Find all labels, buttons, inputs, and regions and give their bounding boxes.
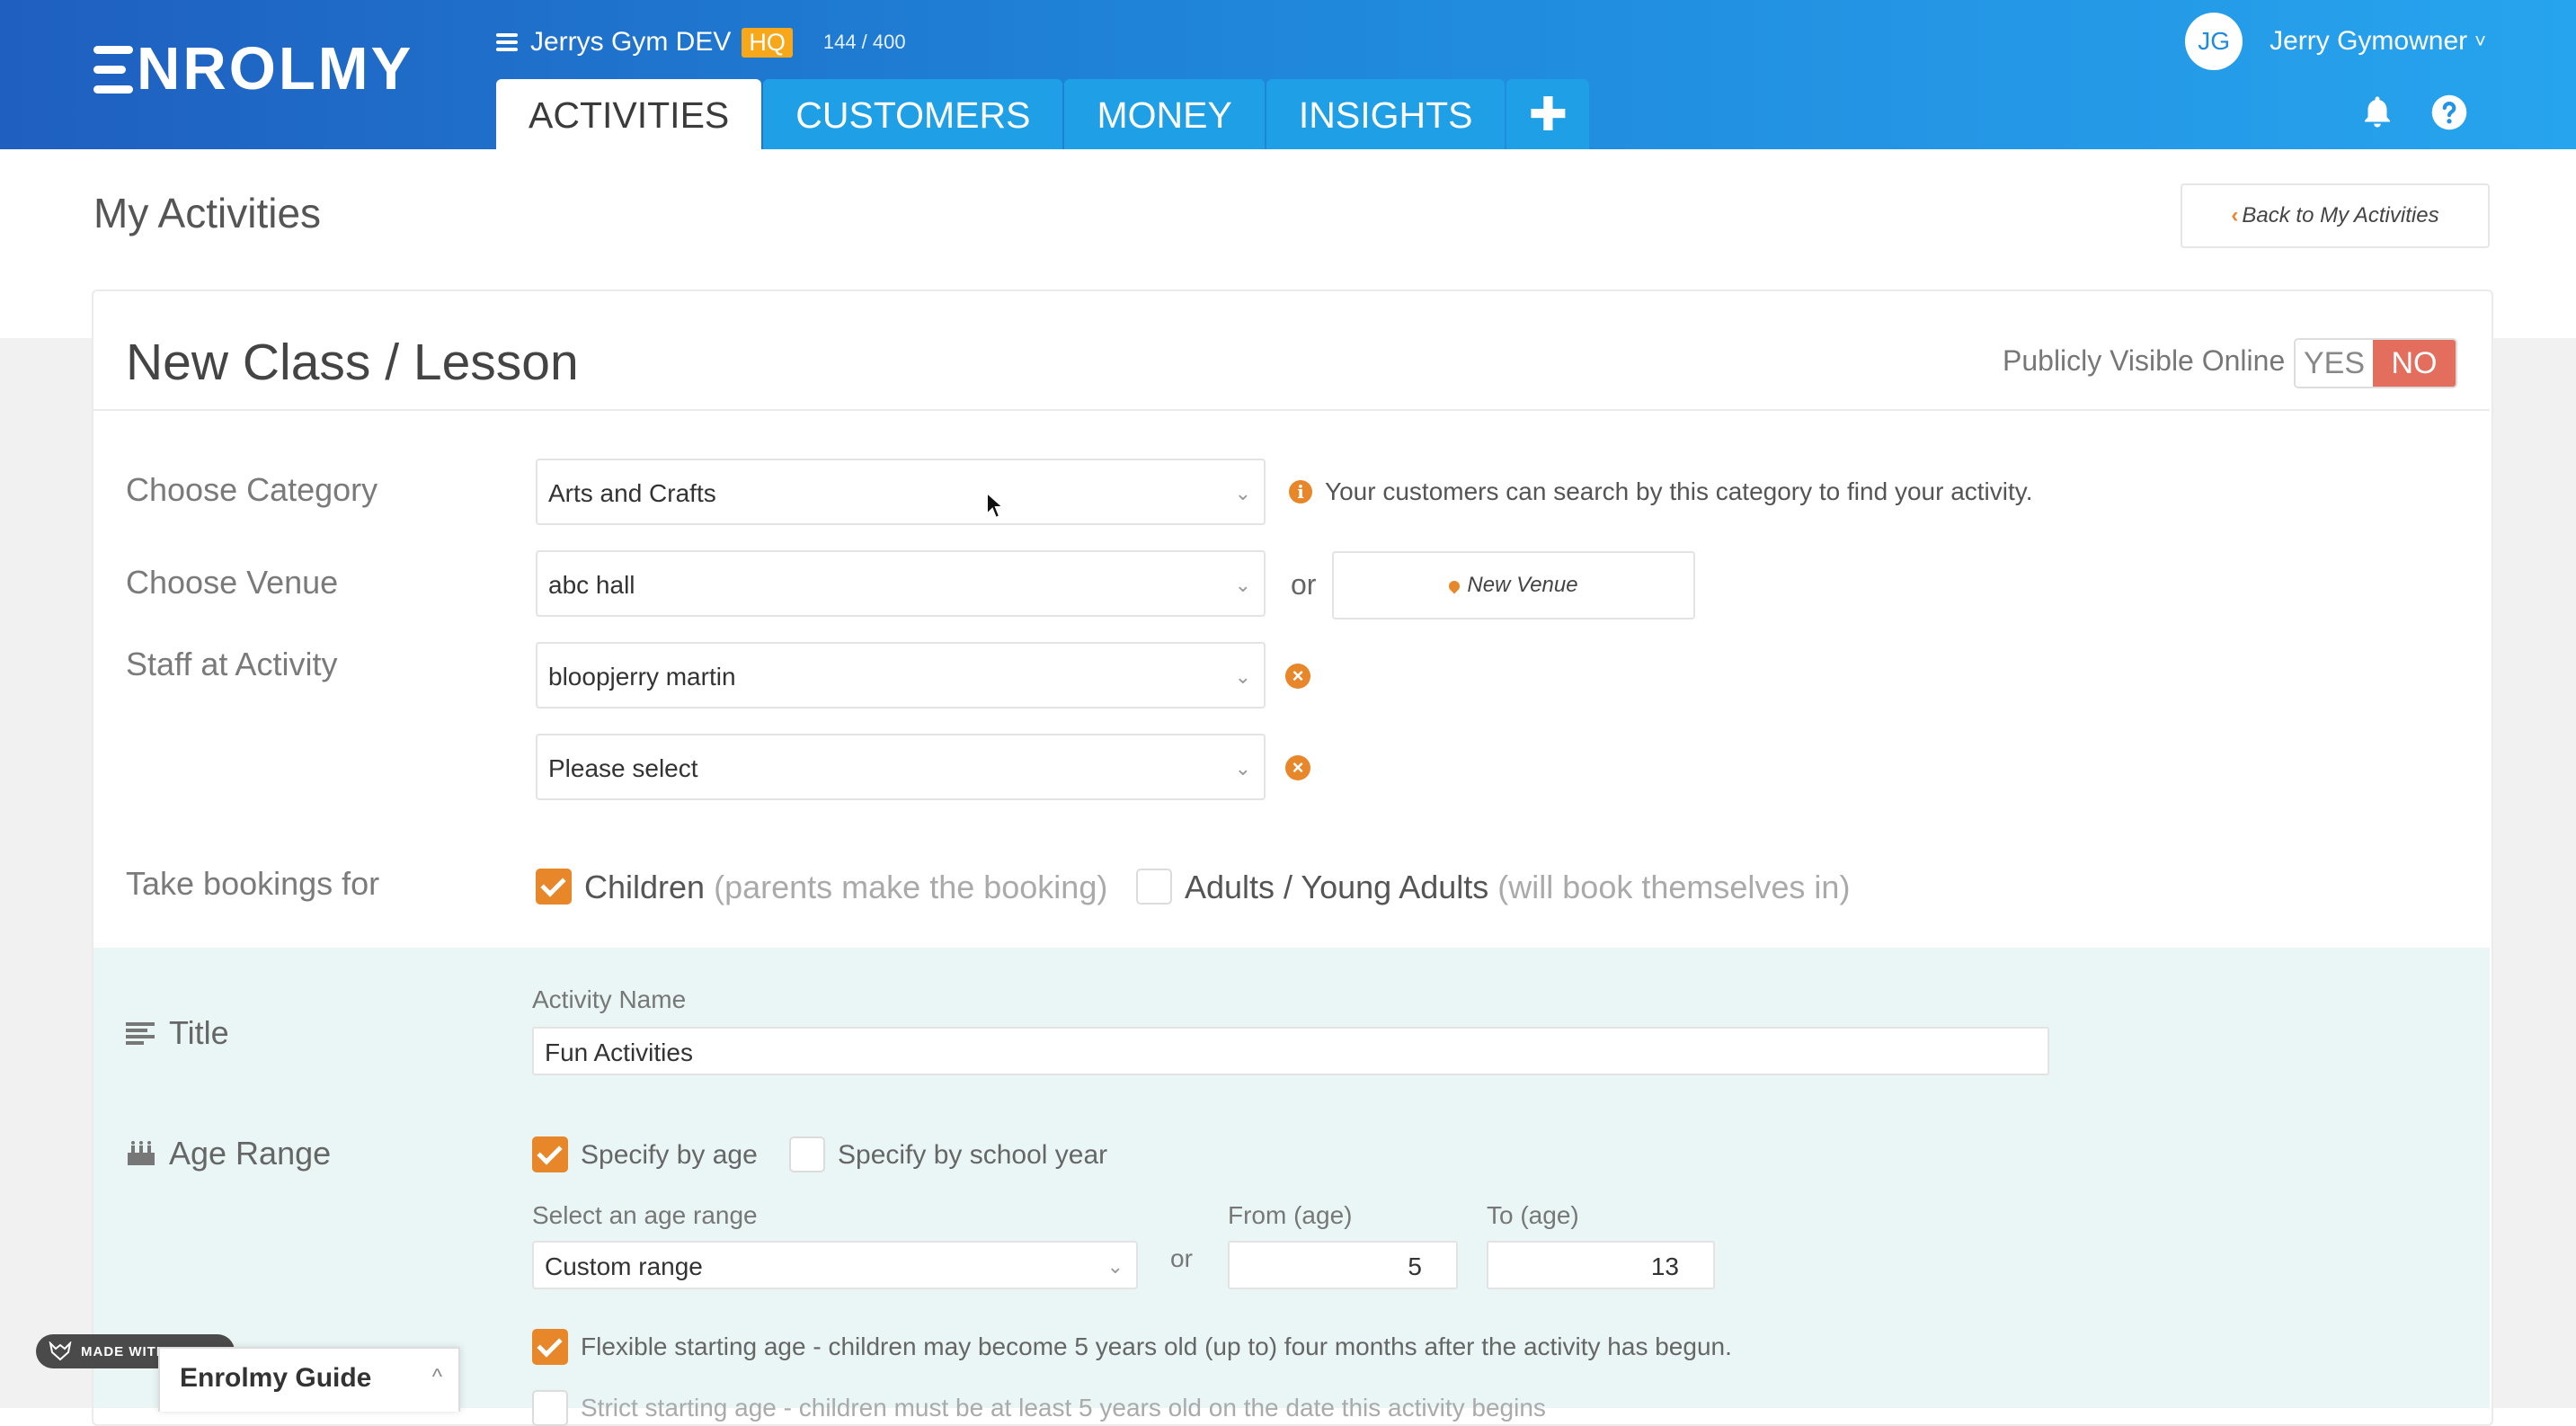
- age-range-label: Age Range: [126, 1135, 331, 1172]
- map-pin-icon: [1446, 578, 1462, 594]
- flexible-age-label: Flexible starting age - children may bec…: [581, 1332, 1732, 1360]
- top-header: NROLMY Jerrys Gym DEV HQ 144 / 400 ACTIV…: [0, 0, 2576, 149]
- from-age-input[interactable]: 5: [1228, 1241, 1458, 1289]
- main-tabs: ACTIVITIES CUSTOMERS MONEY INSIGHTS ✚: [496, 79, 1591, 149]
- chevron-down-icon: ⌄: [1234, 574, 1251, 596]
- chevron-down-icon: ˅: [2474, 30, 2486, 52]
- org-name: Jerrys Gym DEV: [530, 27, 732, 57]
- specify-by-school-year-checkbox[interactable]: [789, 1136, 825, 1172]
- tab-money[interactable]: MONEY: [1064, 79, 1265, 149]
- publicly-visible-toggle[interactable]: YES NO: [2294, 338, 2457, 388]
- title-section-label: Title: [126, 1014, 229, 1052]
- user-menu[interactable]: JG Jerry Gymowner ˅: [2185, 13, 2486, 70]
- user-name: Jerry Gymowner: [2270, 26, 2468, 56]
- select-age-range-label: Select an age range: [532, 1201, 758, 1229]
- adults-label: Adults / Young Adults (will book themsel…: [1185, 869, 1850, 906]
- info-icon: i: [1289, 480, 1312, 504]
- venue-value: abc hall: [548, 571, 635, 599]
- flexible-age-checkbox[interactable]: [532, 1329, 568, 1365]
- age-range-select[interactable]: Custom range ⌄: [532, 1241, 1138, 1289]
- staff-label: Staff at Activity: [126, 646, 338, 682]
- venue-or-text: or: [1291, 568, 1317, 601]
- bookings-label: Take bookings for: [126, 865, 380, 902]
- category-info-text: Your customers can search by this catego…: [1325, 477, 2033, 505]
- remove-staff-2-icon[interactable]: ×: [1285, 755, 1310, 780]
- venue-label: Choose Venue: [126, 564, 339, 601]
- bell-icon[interactable]: [2358, 94, 2396, 131]
- children-label: Children (parents make the booking): [584, 869, 1107, 906]
- chevron-down-icon: ⌄: [1234, 757, 1251, 780]
- chevron-down-icon: ⌄: [1234, 665, 1251, 688]
- children-text: Children: [584, 869, 706, 905]
- age-range-text: Age Range: [169, 1135, 332, 1172]
- activity-name-input[interactable]: Fun Activities: [532, 1027, 2049, 1075]
- chevron-up-icon: ^: [431, 1365, 442, 1389]
- adults-text: Adults / Young Adults: [1185, 869, 1489, 905]
- venue-select[interactable]: abc hall ⌄: [536, 550, 1266, 617]
- staff-value-1: bloopjerry martin: [548, 663, 736, 691]
- logo-e-mark: [93, 44, 133, 94]
- age-range-value: Custom range: [545, 1252, 703, 1280]
- tab-activities[interactable]: ACTIVITIES: [496, 79, 762, 149]
- chevron-down-icon: ⌄: [1234, 482, 1251, 504]
- avatar: JG: [2185, 13, 2243, 70]
- org-count: 144 / 400: [822, 31, 906, 53]
- page-title: My Activities: [93, 190, 322, 236]
- specify-by-school-year-label: Specify by school year: [838, 1140, 1108, 1170]
- form-title: New Class / Lesson: [126, 334, 579, 391]
- category-select[interactable]: Arts and Crafts ⌄: [536, 459, 1266, 525]
- back-to-activities-button[interactable]: ‹ Back to My Activities: [2181, 183, 2490, 248]
- visible-no-option[interactable]: NO: [2373, 340, 2456, 387]
- category-value: Arts and Crafts: [548, 479, 716, 507]
- hq-badge: HQ: [742, 27, 793, 58]
- to-age-input[interactable]: 13: [1487, 1241, 1715, 1289]
- visible-yes-option[interactable]: YES: [2296, 340, 2373, 387]
- activity-name-label: Activity Name: [532, 985, 687, 1013]
- tab-insights[interactable]: INSIGHTS: [1266, 79, 1506, 149]
- mouse-cursor-icon: [986, 491, 1005, 520]
- remove-staff-1-icon[interactable]: ×: [1285, 664, 1310, 689]
- add-tab-button[interactable]: ✚: [1506, 79, 1590, 149]
- logo-text: NROLMY: [137, 35, 414, 102]
- divider: [93, 409, 2490, 411]
- back-button-label: Back to My Activities: [2242, 203, 2439, 227]
- children-hint: (parents make the booking): [714, 869, 1108, 905]
- from-age-label: From (age): [1228, 1201, 1353, 1229]
- guide-label: Enrolmy Guide: [180, 1363, 372, 1393]
- strict-age-label: Strict starting age - children must be a…: [581, 1394, 1546, 1422]
- org-switcher[interactable]: Jerrys Gym DEV HQ 144 / 400: [496, 27, 906, 58]
- staff-value-2: Please select: [548, 754, 698, 782]
- staff-select-2[interactable]: Please select ⌄: [536, 734, 1266, 800]
- category-label: Choose Category: [126, 471, 378, 508]
- tab-customers[interactable]: CUSTOMERS: [763, 79, 1063, 149]
- specify-by-age-checkbox[interactable]: [532, 1136, 568, 1172]
- adults-checkbox[interactable]: [1136, 869, 1172, 905]
- specify-by-age-label: Specify by age: [581, 1140, 758, 1170]
- gifox-logo-icon: [49, 1341, 72, 1361]
- adults-hint: (will book themselves in): [1497, 869, 1851, 905]
- cake-icon: [128, 1141, 155, 1165]
- enrolmy-logo[interactable]: NROLMY: [93, 35, 414, 102]
- new-venue-button[interactable]: New Venue: [1332, 551, 1695, 619]
- enrolmy-guide-panel[interactable]: Enrolmy Guide ^: [158, 1347, 460, 1412]
- chevron-left-icon: ‹: [2231, 203, 2239, 227]
- help-icon[interactable]: [2430, 94, 2468, 131]
- to-age-label: To (age): [1487, 1201, 1579, 1229]
- new-venue-label: New Venue: [1467, 573, 1578, 597]
- lines-icon: [126, 1022, 155, 1045]
- chevron-down-icon: ⌄: [1106, 1255, 1124, 1278]
- category-info: i Your customers can search by this cate…: [1289, 477, 2032, 506]
- staff-select-1[interactable]: bloopjerry martin ⌄: [536, 642, 1266, 709]
- menu-icon[interactable]: [496, 33, 518, 51]
- children-checkbox[interactable]: [536, 869, 572, 905]
- title-section-text: Title: [169, 1014, 229, 1051]
- age-or-text: or: [1170, 1244, 1193, 1272]
- strict-age-checkbox[interactable]: [532, 1390, 568, 1426]
- publicly-visible-label: Publicly Visible Online: [2003, 344, 2286, 377]
